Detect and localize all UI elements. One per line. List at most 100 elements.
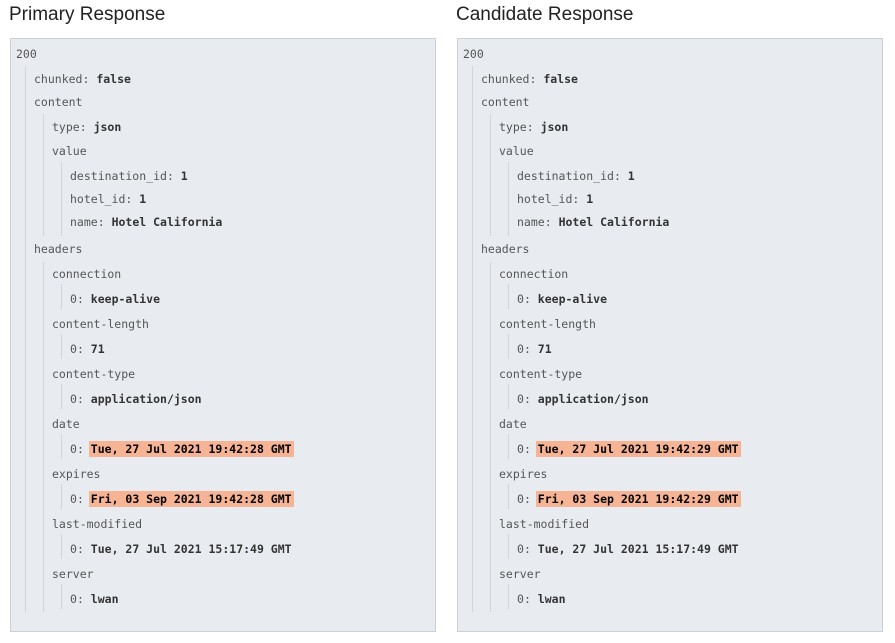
header-content-length-item-key: 0 [70,342,77,356]
header-last-modified-key: last-modified [499,517,590,531]
tree-guide-line [508,284,509,309]
hotel-id-field: hotel_id: 1 [517,192,594,206]
header-date: date [52,417,80,431]
tree-guide-line [508,434,509,459]
content-node: content [481,95,529,109]
destination-id-field-key: destination_id [517,169,614,183]
tree-guide-line [61,334,62,359]
tree-guide-line [25,66,26,612]
headers-node-key: headers [481,242,530,256]
chunked-field-value: false [543,72,578,86]
header-server-item-value: lwan [537,592,566,606]
value-node: value [52,144,87,158]
header-date-item: 0: Tue, 27 Jul 2021 19:42:29 GMT [517,441,741,457]
status-code: 200 [463,47,484,61]
header-content-length-item: 0: 71 [517,342,552,356]
header-content-length-item-value: 71 [90,342,105,356]
tree-guide-line [43,114,44,236]
header-content-length-item-value: 71 [537,342,552,356]
header-content-length: content-length [52,317,149,331]
header-content-type: content-type [52,367,135,381]
type-field-key: type [52,120,80,134]
content-node-key: content [481,95,530,109]
status-code-key: 200 [16,47,37,61]
header-last-modified: last-modified [52,517,142,531]
header-content-length-key: content-length [52,317,149,331]
destination-id-field-value: 1 [180,169,188,183]
header-content-length-item: 0: 71 [70,342,105,356]
header-server-key: server [499,567,541,581]
tree-guide-line [508,384,509,409]
header-connection-item-key: 0 [70,292,77,306]
tree-guide-line [61,534,62,559]
header-last-modified-item-key: 0 [70,542,77,556]
tree-guide-line [508,484,509,509]
header-content-length: content-length [499,317,596,331]
header-expires: expires [499,467,547,481]
header-date-item-key: 0 [70,442,77,456]
header-connection-item-value: keep-alive [537,292,608,306]
header-server-item: 0: lwan [70,592,119,606]
header-content-type-item-key: 0 [70,392,77,406]
chunked-field: chunked: false [481,72,578,86]
tree-guide-line [61,484,62,509]
destination-id-field: destination_id: 1 [70,169,188,183]
header-date-key: date [52,417,80,431]
type-field-value: json [540,120,569,134]
header-connection: connection [52,267,121,281]
hotel-id-field-key: hotel_id [517,192,573,206]
tree-guide-line [508,584,509,609]
header-server: server [499,567,541,581]
header-date-item-value: Tue, 27 Jul 2021 19:42:28 GMT [88,441,294,457]
header-connection: connection [499,267,568,281]
headers-node: headers [34,242,82,256]
header-connection-item-key: 0 [517,292,524,306]
header-expires-item-key: 0 [517,492,524,506]
header-expires-item: 0: Fri, 03 Sep 2021 19:42:29 GMT [517,491,741,507]
name-field: name: Hotel California [517,215,670,229]
destination-id-field-value: 1 [627,169,635,183]
name-field-key: name [70,215,98,229]
hotel-id-field: hotel_id: 1 [70,192,147,206]
status-code-key: 200 [463,47,484,61]
header-content-type-item-value: application/json [90,392,202,406]
name-field: name: Hotel California [70,215,223,229]
type-field-key: type [499,120,527,134]
destination-id-field-key: destination_id [70,169,167,183]
header-server-item-value: lwan [90,592,119,606]
type-field: type: json [499,120,569,134]
header-server-item: 0: lwan [517,592,566,606]
hotel-id-field-value: 1 [586,192,594,206]
header-content-length-item-key: 0 [517,342,524,356]
chunked-field: chunked: false [34,72,131,86]
header-expires-item: 0: Fri, 03 Sep 2021 19:42:28 GMT [70,491,294,507]
header-connection-item-value: keep-alive [90,292,161,306]
tree-guide-line [61,584,62,609]
chunked-field-key: chunked [34,72,83,86]
header-connection-key: connection [52,267,122,281]
name-field-value: Hotel California [111,215,223,229]
header-server-item-key: 0 [517,592,524,606]
header-server-item-key: 0 [70,592,77,606]
header-server-key: server [52,567,94,581]
tree-guide-line [61,162,62,236]
header-date-item: 0: Tue, 27 Jul 2021 19:42:28 GMT [70,441,294,457]
tree-guide-line [508,162,509,236]
name-field-key: name [517,215,545,229]
type-field: type: json [52,120,122,134]
headers-node-key: headers [34,242,83,256]
tree-guide-line [508,334,509,359]
value-node: value [499,144,534,158]
header-last-modified-item: 0: Tue, 27 Jul 2021 15:17:49 GMT [70,542,292,556]
chunked-field-key: chunked [481,72,530,86]
header-expires-key: expires [499,467,548,481]
tree-guide-line [490,262,491,612]
header-content-type-item-value: application/json [537,392,649,406]
header-content-type: content-type [499,367,582,381]
header-last-modified-item-value: Tue, 27 Jul 2021 15:17:49 GMT [90,542,292,556]
header-content-type-key: content-type [499,367,583,381]
chunked-field-value: false [96,72,131,86]
tree-guide-line [472,66,473,612]
header-expires-item-value: Fri, 03 Sep 2021 19:42:28 GMT [88,491,294,507]
header-expires-item-value: Fri, 03 Sep 2021 19:42:29 GMT [535,491,741,507]
